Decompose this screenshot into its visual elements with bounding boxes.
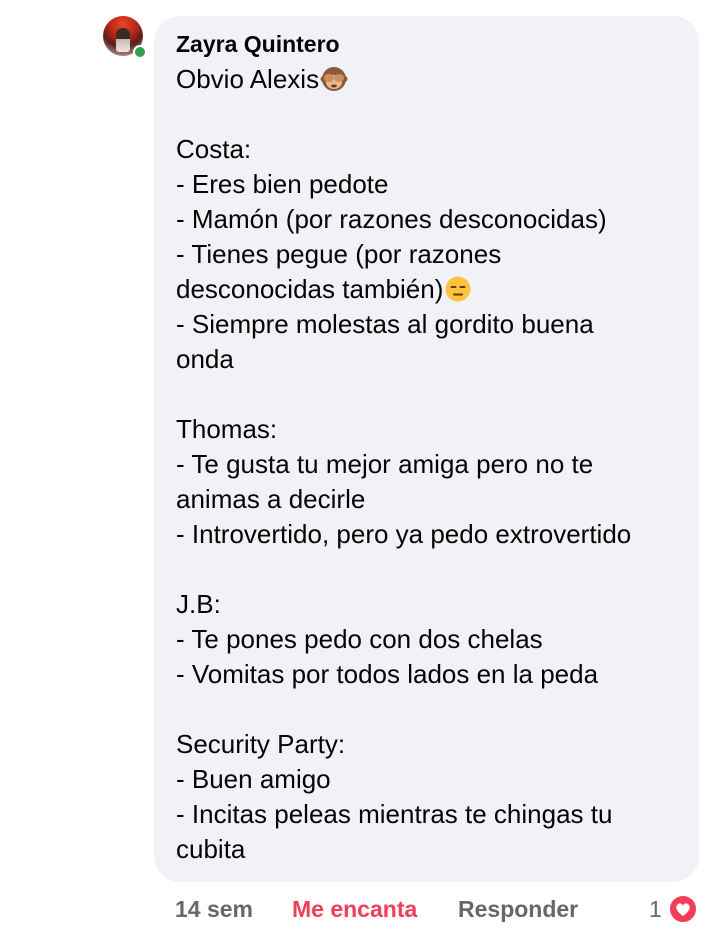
- comment-line-text: - Buen amigo: [176, 764, 331, 794]
- comment-line: - Introvertido, pero ya pedo extrovertid…: [176, 517, 679, 552]
- reaction-count[interactable]: 1: [649, 893, 662, 925]
- comment-line: Security Party:: [176, 727, 679, 762]
- comment-line-text: - Te pones pedo con dos chelas: [176, 624, 543, 654]
- comment-line-text: J.B:: [176, 589, 221, 619]
- comment-line: - Incitas peleas mientras te chingas tu: [176, 797, 679, 832]
- comment-line-text: Security Party:: [176, 729, 346, 759]
- comment-line: [176, 552, 679, 587]
- comment-line-text: - Incitas peleas mientras te chingas tu: [176, 799, 613, 829]
- comment-timestamp[interactable]: 14 sem: [175, 893, 253, 925]
- comment-line: onda: [176, 342, 679, 377]
- see-no-evil-monkey-icon: [320, 65, 348, 93]
- comment-line-text: - Vomitas por todos lados en la peda: [176, 659, 599, 689]
- comment-line-text: - Mamón (por razones desconocidas): [176, 204, 607, 234]
- reply-button[interactable]: Responder: [458, 893, 578, 925]
- comment-line: cubita: [176, 832, 679, 867]
- comment-line-text: onda: [176, 344, 234, 374]
- comment-line-text: desconocidas también): [176, 274, 444, 304]
- comment-line: - Eres bien pedote: [176, 167, 679, 202]
- comment-line: [176, 692, 679, 727]
- comment-line: desconocidas también): [176, 272, 679, 307]
- expressionless-face-icon: [444, 275, 472, 303]
- comment-line: - Te pones pedo con dos chelas: [176, 622, 679, 657]
- comment-bubble[interactable]: Zayra Quintero Obvio Alexis Costa: - Eres …: [154, 16, 699, 882]
- avatar-photo-figure: [116, 28, 130, 52]
- comment-line: Thomas:: [176, 412, 679, 447]
- comment-line: - Buen amigo: [176, 762, 679, 797]
- comment-line: Costa:: [176, 132, 679, 167]
- comment-line-text: Thomas:: [176, 414, 278, 444]
- heart-icon[interactable]: [668, 894, 698, 924]
- comment-line: - Tienes pegue (por razones: [176, 237, 679, 272]
- comment-line-text: - Tienes pegue (por razones: [176, 239, 502, 269]
- love-reaction-button[interactable]: Me encanta: [292, 893, 417, 925]
- comment-line: [176, 97, 679, 132]
- comment-actions: 14 sem Me encanta Responder 1: [175, 893, 698, 925]
- comment-line-text: - Te gusta tu mejor amiga pero no te: [176, 449, 594, 479]
- comment-line-text: - Siempre molestas al gordito buena: [176, 309, 594, 339]
- comment-line: - Vomitas por todos lados en la peda: [176, 657, 679, 692]
- comment-line: Obvio Alexis: [176, 62, 679, 97]
- comment-line-text: animas a decirle: [176, 484, 366, 514]
- comment-line: animas a decirle: [176, 482, 679, 517]
- comment-line-text: - Eres bien pedote: [176, 169, 389, 199]
- comment-line: - Siempre molestas al gordito buena: [176, 307, 679, 342]
- comment-line-text: Obvio Alexis: [176, 64, 320, 94]
- comment-text: Obvio Alexis Costa: - Eres bien pedote - Ma…: [176, 62, 679, 867]
- comment-line-text: Costa:: [176, 134, 252, 164]
- comment-line: - Mamón (por razones desconocidas): [176, 202, 679, 237]
- comment-line-text: - Introvertido, pero ya pedo extrovertid…: [176, 519, 632, 549]
- comment-line: [176, 377, 679, 412]
- comment-author[interactable]: Zayra Quintero: [176, 30, 679, 58]
- comment-thread: Zayra Quintero Obvio Alexis Costa: - Eres …: [0, 0, 720, 934]
- comment-line-text: cubita: [176, 834, 246, 864]
- comment-line: - Te gusta tu mejor amiga pero no te: [176, 447, 679, 482]
- comment-line: J.B:: [176, 587, 679, 622]
- online-status-dot: [133, 45, 147, 59]
